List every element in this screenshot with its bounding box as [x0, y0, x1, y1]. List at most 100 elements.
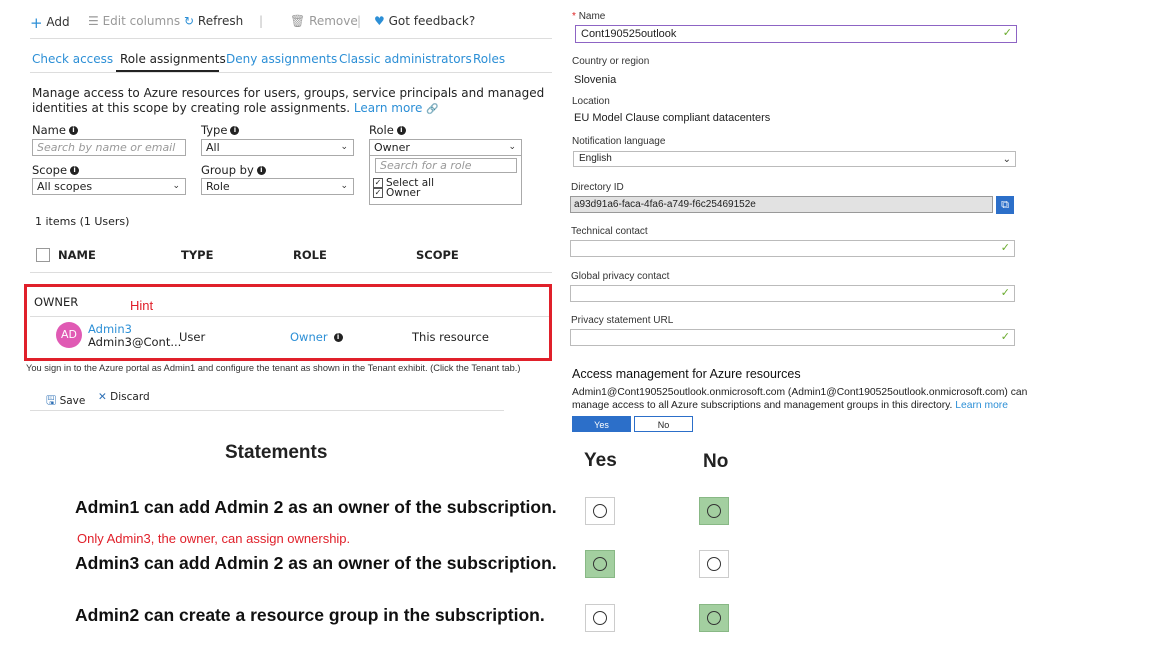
floppy-disk-icon: 🖫	[46, 393, 57, 407]
type-select[interactable]: All ⌄	[201, 139, 354, 156]
scope-select[interactable]: All scopes ⌄	[32, 178, 186, 195]
name-field-label: * Cont190525outlookName	[572, 11, 606, 22]
chevron-down-icon: ⌄	[172, 181, 180, 191]
access-no-button[interactable]: No	[634, 416, 693, 432]
role-filter-label: Role i	[369, 123, 406, 137]
technical-contact-label: Technical contact	[571, 226, 648, 237]
link-icon: 🔗	[426, 104, 439, 115]
tab-roles[interactable]: Roles	[473, 52, 505, 66]
remove-button[interactable]: 🗑 Remove	[290, 14, 358, 28]
edit-columns-button[interactable]: ☰ Edit columns	[88, 14, 180, 28]
statement-2-yes-option[interactable]	[585, 550, 615, 578]
trash-icon: 🗑	[290, 14, 306, 28]
column-header-scope[interactable]: SCOPE	[416, 248, 459, 262]
info-icon: i	[230, 126, 240, 135]
checkbox-checked-icon: ✓	[373, 188, 383, 198]
access-management-description: Admin1@Cont190525outlook.onmicrosoft.com…	[572, 387, 1028, 411]
tab-deny-assignments[interactable]: Deny assignments	[226, 52, 337, 66]
info-icon: i	[70, 166, 80, 175]
add-button[interactable]: + Add	[30, 14, 70, 32]
statement-3-yes-option[interactable]	[585, 604, 615, 632]
save-button[interactable]: 🖫 Save	[46, 391, 85, 412]
tab-bar: Check access Role assignments Deny assig…	[32, 52, 552, 74]
discard-button[interactable]: ✕ Discard	[98, 391, 150, 403]
feedback-button[interactable]: ♥ Got feedback?	[374, 14, 475, 28]
radio-icon	[707, 504, 721, 518]
actions-divider	[30, 410, 504, 411]
radio-icon	[707, 557, 721, 571]
global-privacy-contact-label: Global privacy contact	[571, 271, 670, 282]
table-header-divider	[30, 272, 552, 273]
groupby-select[interactable]: Role ⌄	[201, 178, 354, 195]
checkmark-icon: ✓	[1002, 27, 1012, 39]
statement-3-text: Admin2 can create a resource group in th…	[75, 605, 545, 625]
plus-icon: +	[30, 14, 43, 32]
info-icon: i	[396, 126, 406, 135]
checkmark-icon: ✓	[1000, 242, 1010, 254]
type-filter-label: Type i	[201, 123, 240, 137]
refresh-button[interactable]: ↻ Refresh	[184, 14, 243, 28]
global-privacy-contact-input[interactable]: ✓	[570, 285, 1015, 302]
chevron-down-icon: ⌄	[1002, 154, 1011, 165]
copy-icon[interactable]: ⧉	[996, 196, 1014, 214]
answer-note: Only Admin3, the owner, can assign owner…	[77, 531, 351, 546]
access-yes-button[interactable]: Yes	[572, 416, 631, 432]
role-select[interactable]: Owner ⌄	[369, 139, 522, 156]
statement-3-no-option[interactable]	[699, 604, 729, 632]
item-count: 1 items (1 Users)	[35, 215, 130, 228]
role-option-owner[interactable]: ✓ Owner	[373, 187, 420, 199]
country-value: Slovenia	[574, 74, 617, 86]
statements-header: Statements	[225, 442, 328, 463]
radio-icon	[707, 611, 721, 625]
toolbar-divider-line	[30, 38, 552, 39]
checkmark-icon: ✓	[1000, 287, 1010, 299]
name-search-input[interactable]: Search by name or email	[32, 139, 186, 156]
chevron-down-icon: ⌄	[340, 142, 348, 152]
info-icon: i	[68, 126, 78, 135]
refresh-icon: ↻	[184, 14, 195, 28]
column-header-type[interactable]: TYPE	[181, 248, 213, 262]
scope-filter-label: Scope i	[32, 163, 80, 177]
directory-name-input[interactable]: Cont190525outlook ✓	[575, 25, 1017, 43]
tab-classic-administrators[interactable]: Classic administrators	[339, 52, 472, 66]
description: Manage access to Azure resources for use…	[32, 86, 545, 115]
privacy-url-input[interactable]: ✓	[570, 329, 1015, 346]
privacy-url-label: Privacy statement URL	[571, 315, 674, 326]
column-header-role[interactable]: ROLE	[293, 248, 327, 262]
exhibit-caption: You sign in to the Azure portal as Admin…	[26, 363, 521, 373]
statement-2-no-option[interactable]	[699, 550, 729, 578]
access-management-title: Access management for Azure resources	[572, 367, 801, 381]
toolbar-divider: |	[357, 14, 362, 28]
directory-id-field[interactable]: a93d91a6-faca-4fa6-a749-f6c25469152e	[570, 196, 993, 213]
chevron-down-icon: ⌄	[508, 142, 516, 152]
statement-1-no-option[interactable]	[699, 497, 729, 525]
select-all-checkbox[interactable]	[36, 248, 50, 262]
toolbar: + Add ☰ Edit columns ↻ Refresh | 🗑 Remov…	[30, 14, 550, 34]
learn-more-link[interactable]: Learn more	[354, 101, 422, 115]
columns-icon: ☰	[88, 14, 99, 28]
location-value: EU Model Clause compliant datacenters	[574, 112, 771, 124]
statement-2-text: Admin3 can add Admin 2 as an owner of th…	[75, 553, 557, 573]
name-filter-label: Name i	[32, 123, 78, 137]
notification-language-label: Notification language	[572, 136, 666, 147]
radio-icon	[593, 611, 607, 625]
directory-id-label: Directory ID	[571, 182, 624, 193]
technical-contact-input[interactable]: ✓	[570, 240, 1015, 257]
location-label: Location	[572, 96, 610, 107]
hint-highlight-box	[24, 284, 552, 361]
tab-check-access[interactable]: Check access	[32, 52, 113, 66]
learn-more-link[interactable]: Learn more	[955, 400, 1008, 411]
role-search-input[interactable]: Search for a role	[375, 158, 517, 173]
tab-role-assignments[interactable]: Role assignments	[120, 52, 226, 66]
close-icon: ✕	[98, 391, 107, 403]
heart-icon: ♥	[374, 14, 385, 28]
groupby-filter-label: Group by i	[201, 163, 266, 177]
info-icon: i	[256, 166, 266, 175]
yes-column-header: Yes	[584, 450, 617, 471]
notification-language-select[interactable]: English ⌄	[573, 151, 1016, 167]
statement-1-yes-option[interactable]	[585, 497, 615, 525]
column-header-name[interactable]: NAME	[58, 248, 96, 262]
radio-icon	[593, 504, 607, 518]
tabs-divider-line	[30, 72, 552, 73]
chevron-down-icon: ⌄	[340, 181, 348, 191]
